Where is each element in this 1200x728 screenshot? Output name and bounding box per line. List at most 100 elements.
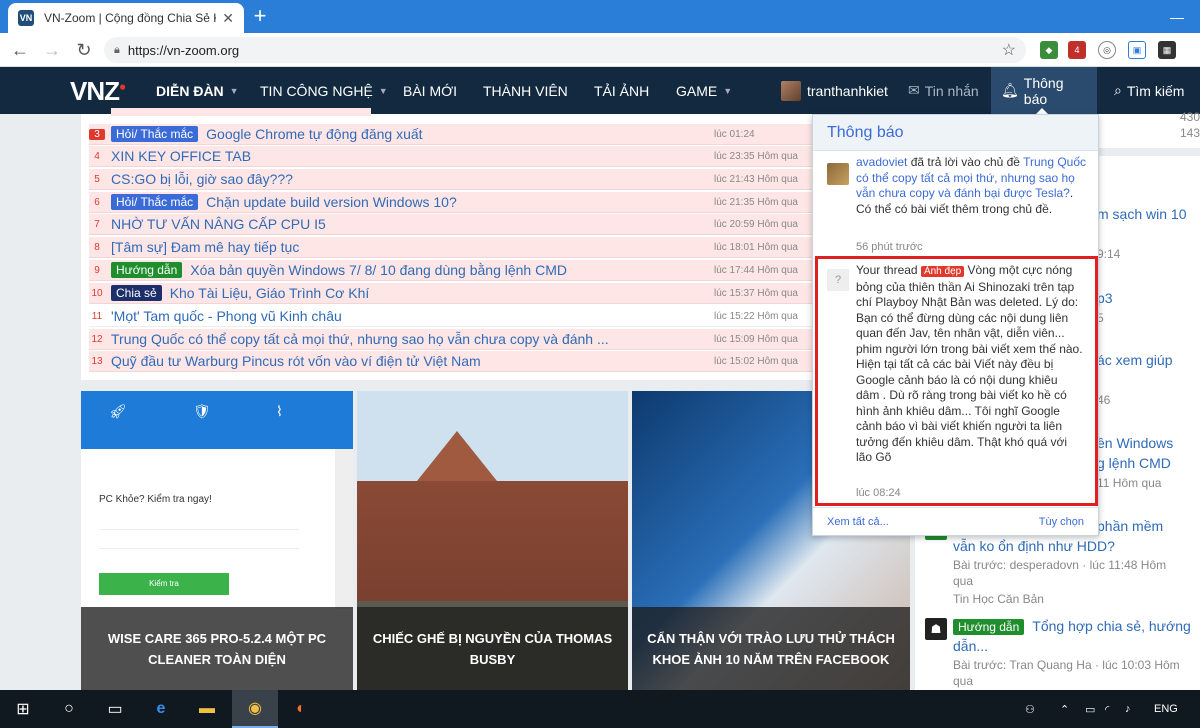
sidebar-link[interactable]: g lệnh CMD: [1097, 455, 1171, 471]
thread-title[interactable]: 'Mọt' Tam quốc - Phong vũ Kinh châu: [111, 308, 714, 324]
thread-row[interactable]: 5 CS:GO bị lỗi, giờ sao đây??? lúc 21:43 H…: [89, 169, 824, 190]
bookmark-star-icon[interactable]: ☆: [1002, 40, 1016, 60]
thread-title[interactable]: NHỜ TƯ VẤN NÂNG CẤP CPU I5: [111, 216, 714, 232]
thread-title[interactable]: Quỹ đầu tư Warburg Pincus rót vốn vào ví…: [111, 353, 714, 369]
featured-article[interactable]: CHIẾC GHẾ BỊ NGUYỀN CỦA THOMAS BUSBY: [357, 391, 628, 691]
site-logo[interactable]: VNZ●: [70, 76, 126, 107]
thread-title[interactable]: [Tâm sự] Đam mê hay tiếp tục: [111, 239, 714, 255]
language-indicator[interactable]: ENG: [1154, 690, 1178, 728]
thread-time: lúc 15:09 Hôm qua: [714, 333, 798, 345]
sidebar-link[interactable]: Tổng hợp chia sẻ, hướng: [1032, 618, 1191, 634]
notification-user[interactable]: avadoviet: [856, 155, 907, 169]
sidebar-forum[interactable]: Tin Học Căn Bản: [953, 592, 1044, 606]
check-button[interactable]: Kiểm tra: [99, 573, 229, 595]
thread-title[interactable]: Kho Tài Liệu, Giáo Trình Cơ Khí: [170, 285, 714, 301]
chrome-icon[interactable]: ◉: [232, 690, 278, 728]
sidebar-link[interactable]: ền Windows: [1097, 435, 1173, 451]
tab-vn-zoom[interactable]: VN VN-Zoom | Cộng đồng Chia Sẻ K ✕: [8, 3, 244, 33]
see-all-link[interactable]: Xem tất cả...: [827, 516, 889, 528]
extension-dark-icon[interactable]: ▦: [1158, 41, 1176, 59]
wifi-icon[interactable]: ◜: [1105, 690, 1109, 728]
thread-prefix-tag[interactable]: Hỏi/ Thắc mắc: [111, 194, 199, 210]
chevron-up-icon[interactable]: ⌃: [1060, 690, 1069, 728]
thread-title[interactable]: Google Chrome tự động đăng xuất: [206, 126, 714, 142]
featured-caption: WISE CARE 365 PRO-5.2.4 MỘT PC CLEANER T…: [81, 607, 353, 691]
folder-icon[interactable]: ▬: [184, 690, 230, 728]
nav-new-posts[interactable]: BÀI MỚI: [403, 67, 457, 114]
thread-row[interactable]: 6 Hỏi/ Thắc mắc Chặn update build version …: [89, 192, 824, 213]
sidebar-link[interactable]: vẫn ko ổn định như HDD?: [953, 538, 1115, 554]
back-icon[interactable]: ←: [8, 38, 32, 62]
thread-row[interactable]: 11 'Mọt' Tam quốc - Phong vũ Kinh châu lúc…: [89, 306, 824, 327]
nav-members[interactable]: THÀNH VIÊN: [483, 67, 568, 114]
address-bar[interactable]: 🔒︎ https://vn-zoom.org ☆: [104, 37, 1026, 63]
nav-alerts[interactable]: 🔔︎ Thông báo: [991, 67, 1097, 114]
app-header-bar: 🚀︎ 🛡︎ ⌇: [81, 391, 353, 449]
volume-icon[interactable]: ♪: [1125, 690, 1131, 728]
thread-prefix-tag[interactable]: Hướng dẫn: [111, 262, 183, 278]
thread-row[interactable]: 4 XIN KEY OFFICE TAB lúc 23:35 Hôm qua: [89, 146, 824, 167]
thread-row[interactable]: 3 Hỏi/ Thắc mắc Google Chrome tự động đăng…: [89, 124, 824, 145]
lock-icon: 🔒︎: [114, 43, 120, 56]
thread-title[interactable]: Trung Quốc có thể copy tất cả mọi thứ, n…: [111, 331, 714, 347]
thread-title[interactable]: XIN KEY OFFICE TAB: [111, 148, 714, 164]
thread-prefix-tag[interactable]: Hỏi/ Thắc mắc: [111, 126, 199, 142]
sidebar-link[interactable]: dẫn...: [953, 638, 988, 654]
options-link[interactable]: Tùy chọn: [1039, 516, 1084, 528]
thread-prefix-tag[interactable]: Chia sẻ: [111, 285, 162, 301]
nav-upload[interactable]: TẢI ẢNH: [594, 67, 649, 114]
avatar[interactable]: [827, 163, 849, 185]
extension-circle-icon[interactable]: ◎: [1098, 41, 1116, 59]
sidebar-link[interactable]: p3: [1097, 290, 1113, 306]
nav-user[interactable]: tranthanhkiet: [781, 67, 888, 114]
thread-rank: 11: [91, 310, 103, 322]
sidebar-link[interactable]: ác xem giúp: [1097, 352, 1172, 368]
sidebar-link[interactable]: phần mềm: [1097, 518, 1163, 534]
highlight-box: [815, 256, 1098, 506]
extension-screen-icon[interactable]: ▣: [1128, 41, 1146, 59]
thread-title[interactable]: CS:GO bị lỗi, giờ sao đây???: [111, 171, 714, 187]
thread-rank: 6: [94, 196, 100, 208]
sidebar-link[interactable]: m sạch win 10: [1097, 206, 1186, 222]
people-icon[interactable]: ⚇: [1025, 690, 1035, 728]
firefox-icon[interactable]: ◐: [278, 690, 324, 728]
reload-icon[interactable]: ↻: [72, 38, 96, 62]
adblock-icon[interactable]: 4: [1068, 41, 1086, 59]
thread-row[interactable]: 8 [Tâm sự] Đam mê hay tiếp tục lúc 18:01 H…: [89, 237, 824, 258]
thread-row[interactable]: 10 Chia sẻ Kho Tài Liệu, Giáo Trình Cơ Khí…: [89, 283, 824, 304]
thread-row[interactable]: 9 Hướng dẫn Xóa bản quyền Windows 7/ 8/ 10…: [89, 260, 824, 281]
thread-time: lúc 17:44 Hôm qua: [714, 264, 798, 276]
sidebar-meta: 9:14: [1097, 247, 1121, 261]
nav-messages[interactable]: ✉ Tin nhắn: [908, 67, 979, 114]
sidebar-meta: Bài trước: desperadovn · lúc 11:48 Hôm: [953, 558, 1167, 572]
nav-search[interactable]: ⌕ Tìm kiếm: [1114, 67, 1184, 114]
new-tab-button[interactable]: +: [248, 5, 272, 29]
forward-icon[interactable]: →: [40, 38, 64, 62]
windows-start-icon[interactable]: ⊞: [0, 690, 46, 728]
nav-game[interactable]: GAME ▼: [676, 67, 732, 114]
extension-icon[interactable]: ◆: [1040, 41, 1058, 59]
thread-time: lúc 15:37 Hôm qua: [714, 287, 798, 299]
search-circle-icon[interactable]: ○: [46, 690, 92, 728]
list-item: [111, 108, 371, 116]
roof-shape: [417, 431, 497, 481]
bell-icon: 🔔︎: [1001, 82, 1019, 98]
minimize-icon[interactable]: —: [1154, 0, 1200, 33]
nav-tech-news[interactable]: TIN CÔNG NGHỆ ▼: [260, 67, 388, 114]
thread-time: lúc 21:35 Hôm qua: [714, 196, 798, 208]
thread-row[interactable]: 7 NHỜ TƯ VẤN NÂNG CẤP CPU I5 lúc 20:59 Hôm…: [89, 214, 824, 235]
thread-rank: 13: [91, 355, 103, 367]
thread-time: lúc 23:35 Hôm qua: [714, 150, 798, 162]
thread-row[interactable]: 12 Trung Quốc có thể copy tất cả mọi thứ,…: [89, 329, 824, 350]
thread-row[interactable]: 13 Quỹ đầu tư Warburg Pincus rót vốn vào …: [89, 351, 824, 372]
featured-article[interactable]: 🚀︎ 🛡︎ ⌇ PC Khỏe? Kiểm tra ngay! Kiểm tra…: [81, 391, 353, 691]
close-icon[interactable]: ✕: [222, 10, 234, 27]
notification-item[interactable]: avadoviet đã trả lời vào chủ đề Trung Qu…: [856, 155, 1088, 217]
network-icon[interactable]: ▭: [1085, 690, 1095, 728]
thread-title[interactable]: Xóa bản quyền Windows 7/ 8/ 10 đang dùng…: [190, 262, 714, 278]
tag-huong-dan[interactable]: Hướng dẫn: [953, 619, 1025, 635]
task-view-icon[interactable]: ▭: [92, 690, 138, 728]
edge-icon[interactable]: e: [138, 690, 184, 728]
thread-title[interactable]: Chặn update build version Windows 10?: [206, 194, 714, 210]
nav-forum[interactable]: DIỄN ĐÀN ▼: [156, 67, 239, 114]
